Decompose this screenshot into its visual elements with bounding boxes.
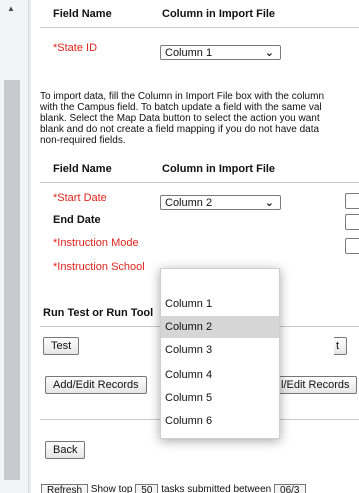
map-data-select-partial[interactable] (345, 238, 359, 254)
back-button[interactable]: Back (45, 441, 86, 459)
instructions-line: blank and do not create a field mapping … (40, 124, 320, 135)
state-id-select-value: Column 1 (165, 47, 213, 59)
scroll-up-arrow-icon[interactable]: ▲ (7, 4, 15, 13)
divider (40, 27, 359, 28)
add-edit-records-button[interactable]: Add/Edit Records (45, 376, 147, 394)
chevron-down-icon: ⌄ (264, 47, 274, 59)
column-header: Column in Import File (162, 8, 276, 20)
field-name-header-2: Field Name (53, 163, 112, 175)
column-dropdown-list[interactable]: Column 1 Column 2 Column 3 Column 4 Colu… (160, 268, 280, 439)
state-id-select[interactable]: Column 1 ⌄ (160, 45, 281, 60)
show-top-label: Show top (90, 484, 133, 493)
run-section-title: Run Test or Run Tool (43, 307, 154, 319)
column-header-2: Column in Import File (162, 163, 276, 175)
dropdown-option-column-5[interactable]: Column 5 (161, 387, 279, 409)
end-date-label: End Date (53, 214, 101, 226)
instructions-line: blank. Select the Map Data button to sel… (40, 113, 320, 124)
dropdown-option-column-1[interactable]: Column 1 (161, 293, 279, 315)
dropdown-option-blank[interactable] (161, 271, 279, 293)
add-edit-records-button-2[interactable]: l/Edit Records (279, 376, 358, 394)
vertical-scrollbar[interactable]: ▲ (0, 0, 29, 493)
test-button[interactable]: Test (43, 337, 80, 355)
start-date-select-value: Column 2 (165, 197, 213, 209)
run-button[interactable]: t (334, 337, 348, 355)
chevron-down-icon: ⌄ (264, 197, 274, 209)
dropdown-option-column-2[interactable]: Column 2 (161, 316, 279, 338)
state-id-label: *State ID (53, 42, 98, 54)
map-data-select-partial[interactable] (345, 214, 359, 230)
tasks-between-label: tasks submitted between (161, 484, 272, 493)
scroll-thumb[interactable] (4, 80, 20, 480)
dropdown-option-column-6[interactable]: Column 6 (161, 410, 279, 432)
field-name-header: Field Name (53, 8, 112, 20)
dropdown-option-column-3[interactable]: Column 3 (161, 339, 279, 361)
divider (40, 182, 359, 183)
map-data-select-partial[interactable] (345, 193, 359, 209)
instruction-school-label: *Instruction School (53, 261, 145, 273)
import-panel: Field Name Column in Import File *State … (31, 0, 359, 493)
instructions-text: To import data, fill the Column in Impor… (40, 91, 359, 146)
instructions-line: non-required fields. (40, 135, 126, 146)
instructions-line: To import data, fill the Column in Impor… (40, 91, 325, 102)
refresh-button[interactable]: Refresh (41, 484, 89, 493)
instructions-line: with the Campus field. To batch update a… (40, 102, 322, 113)
dropdown-option-column-4[interactable]: Column 4 (161, 364, 279, 386)
start-date-select[interactable]: Column 2 ⌄ (160, 195, 281, 210)
task-filter-bar: Refresh Show top 50 tasks submitted betw… (41, 484, 306, 493)
task-count-select[interactable]: 50 (135, 484, 159, 493)
start-date-input[interactable]: 06/3 (274, 484, 306, 493)
instruction-mode-label: *Instruction Mode (53, 237, 139, 249)
start-date-label: *Start Date (53, 192, 107, 204)
